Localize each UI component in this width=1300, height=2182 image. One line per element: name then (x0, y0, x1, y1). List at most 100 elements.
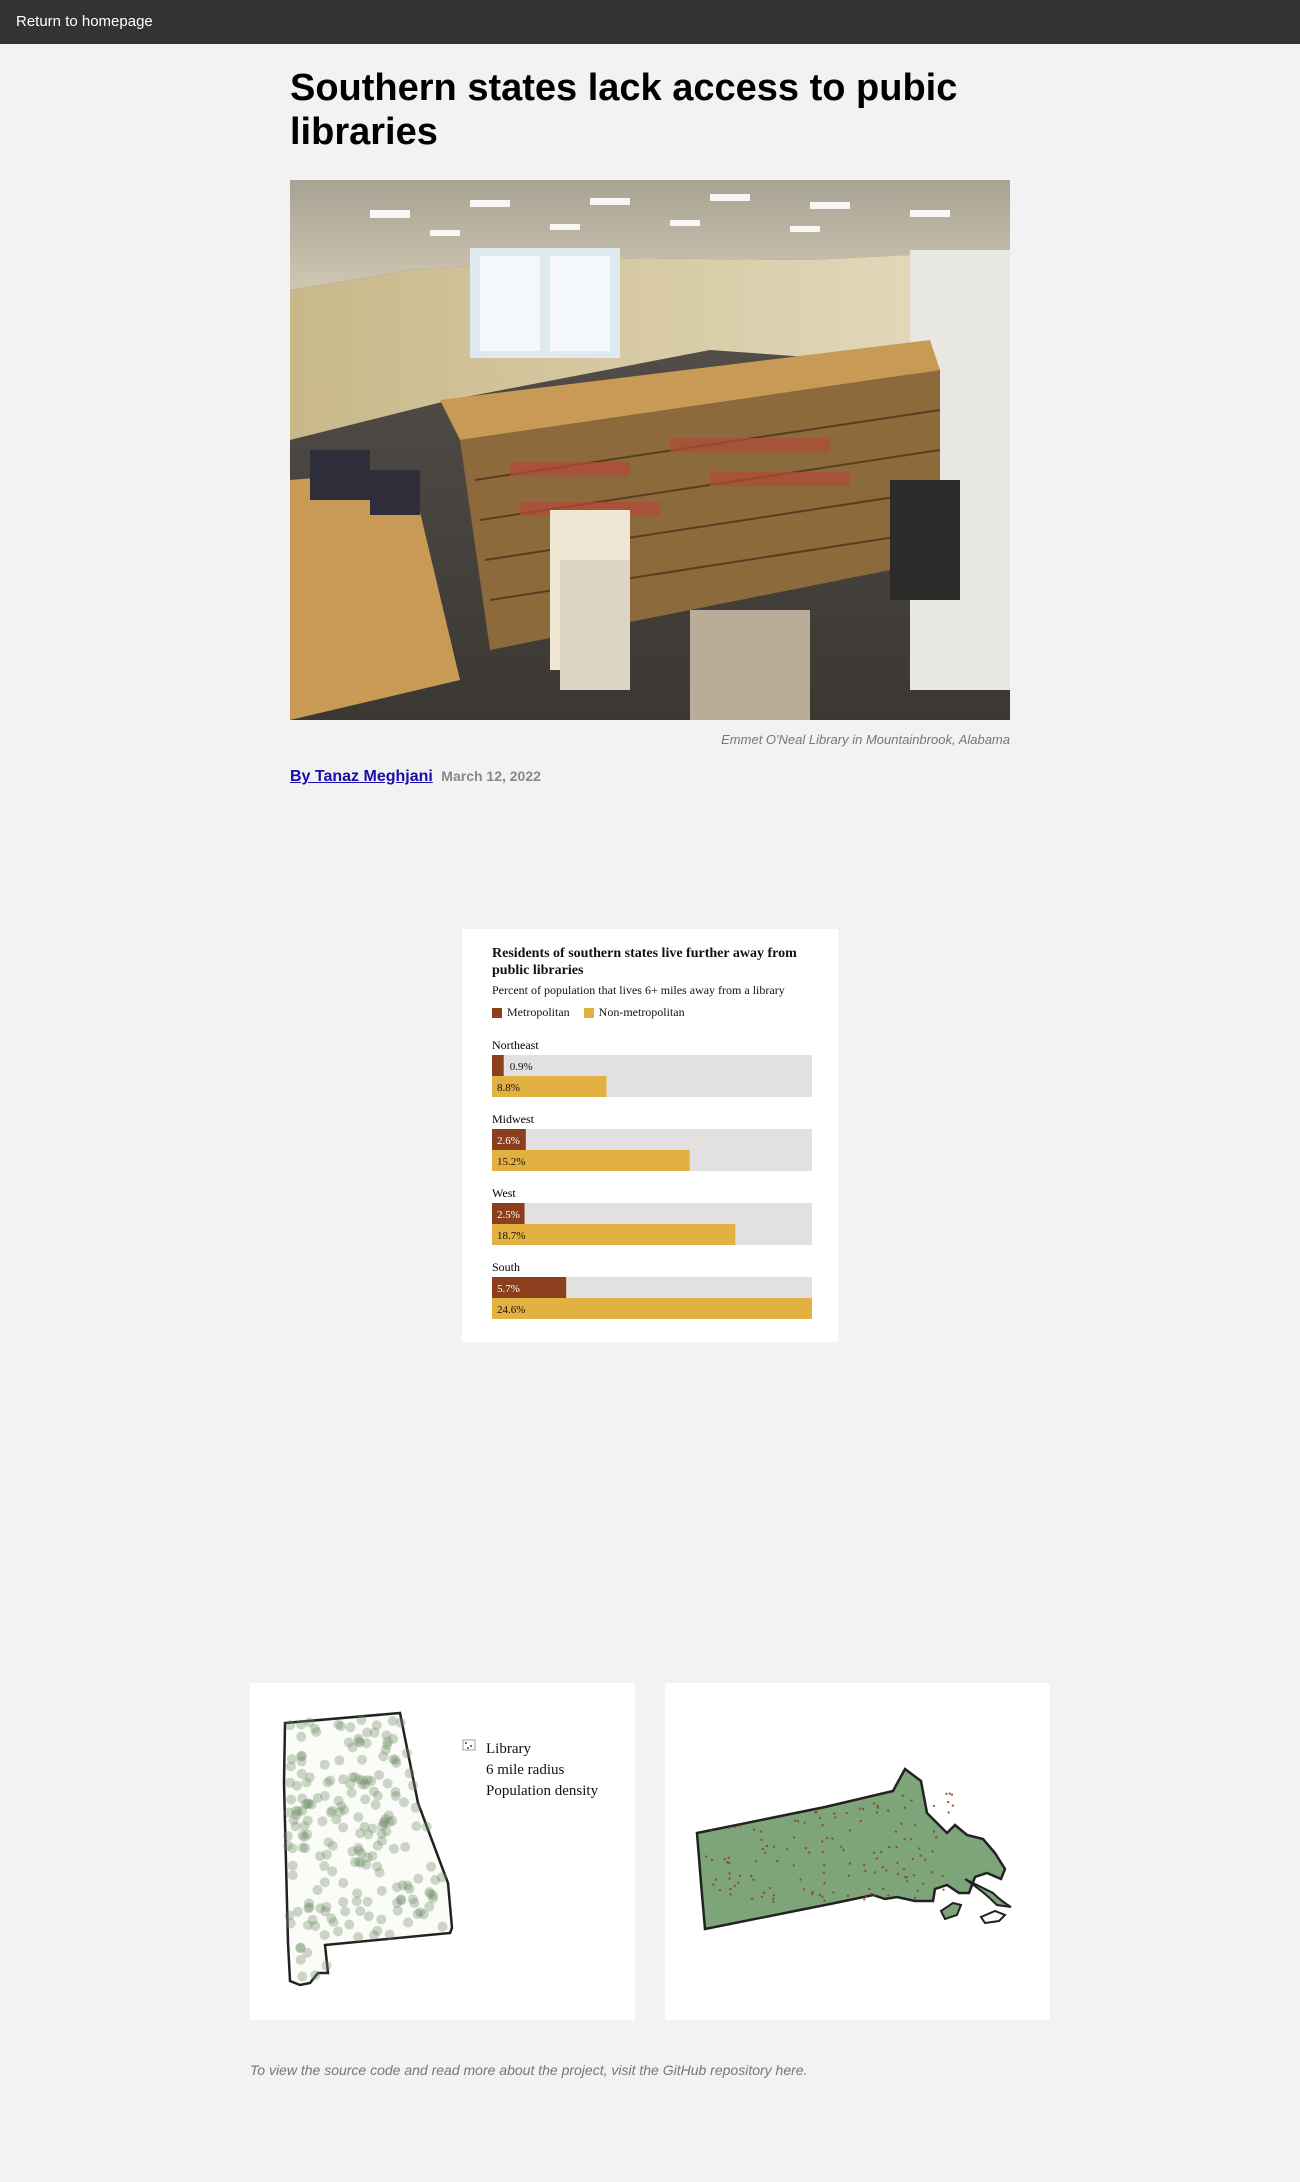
radius-dot (347, 1846, 358, 1857)
radius-dot (297, 1830, 308, 1841)
map-legend-density: Population density (462, 1739, 599, 1802)
radius-dot (426, 1861, 437, 1872)
library-dot (887, 1809, 890, 1812)
map-legend-density-label: Population density (486, 1783, 599, 1799)
library-dot (905, 1876, 908, 1879)
library-dot (737, 1881, 740, 1885)
radius-dot (353, 1856, 364, 1867)
library-dot (848, 1862, 851, 1865)
radius-dot (287, 1860, 298, 1871)
radius-dot (334, 1755, 345, 1766)
library-dot (723, 1858, 726, 1861)
radius-dot (391, 1757, 402, 1768)
library-dot (709, 1829, 713, 1833)
distance-bar-chart: Residents of southern states live furthe… (462, 929, 838, 1342)
radius-dot (299, 1821, 310, 1832)
library-dot (864, 1895, 868, 1898)
radius-dot (338, 1877, 349, 1888)
radius-dot (304, 1717, 315, 1728)
map-legend-library-label: Library (486, 1741, 531, 1757)
radius-dot (374, 1770, 385, 1781)
library-dot (931, 1850, 934, 1853)
library-dot (941, 1874, 944, 1878)
map-legend-radius-label: 6 mile radius (486, 1762, 565, 1778)
bar-non-metropolitan (492, 1224, 736, 1245)
radius-dot (376, 1835, 387, 1846)
massachusetts-map-card (665, 1683, 1050, 2020)
radius-dot (360, 1794, 371, 1805)
bar-chart-plot: Northeast 0.9% 8.8% Midwest 2.6% 15.2% West 2.5… (492, 1038, 812, 1319)
library-dot (882, 1887, 885, 1891)
library-dot (772, 1845, 776, 1848)
library-dot (832, 1891, 835, 1894)
library-dot (821, 1850, 825, 1854)
library-dot (950, 1793, 954, 1796)
library-dot (821, 1895, 824, 1898)
radius-dot (353, 1931, 364, 1942)
radius-dot (424, 1887, 435, 1898)
map-legend: Library 6 mile radius Population density (462, 1739, 598, 1802)
author-link[interactable]: By Tanaz Meghjani (290, 768, 433, 785)
library-dot (917, 1847, 921, 1850)
library-photo (290, 180, 1010, 720)
radius-dot (390, 1790, 401, 1801)
library-dot (833, 1812, 836, 1815)
library-dot (759, 1830, 763, 1833)
radius-dot (355, 1906, 366, 1917)
radius-dot (285, 1918, 296, 1929)
library-dot (823, 1899, 826, 1902)
library-dot (864, 1869, 867, 1873)
radius-dot (382, 1778, 393, 1789)
library-dot (761, 1847, 764, 1851)
alabama-map (282, 1711, 454, 1987)
library-dot (811, 1890, 814, 1894)
radius-dot (288, 1815, 299, 1826)
radius-dot (408, 1780, 419, 1791)
radius-dot (321, 1849, 332, 1860)
library-dot (729, 1887, 732, 1891)
library-dot (912, 1873, 916, 1877)
library-dot (946, 1800, 950, 1804)
library-dot (760, 1838, 763, 1842)
library-dot (750, 1897, 754, 1901)
library-dot (772, 1900, 775, 1903)
radius-dot (413, 1873, 424, 1884)
radius-dot (310, 1920, 321, 1931)
library-dot (752, 1828, 756, 1831)
radius-dot (395, 1894, 406, 1905)
library-dot (768, 1886, 771, 1890)
library-dot (948, 1792, 951, 1795)
radius-dot (319, 1929, 330, 1940)
library-dot (738, 1874, 742, 1877)
radius-dot (338, 1896, 349, 1907)
library-dot (823, 1881, 826, 1885)
library-dot (792, 1864, 795, 1867)
bar-non-metropolitan (492, 1298, 812, 1319)
radius-dot (332, 1926, 343, 1937)
library-dot (712, 1883, 715, 1886)
return-home-link[interactable]: Return to homepage (16, 13, 153, 30)
library-dot (727, 1826, 731, 1830)
library-dot (873, 1871, 877, 1874)
library-dot (834, 1816, 837, 1819)
library-dot (909, 1838, 913, 1841)
library-dot (894, 1830, 898, 1833)
library-dot (776, 1859, 779, 1863)
radius-dot (363, 1911, 374, 1922)
library-dot (728, 1877, 731, 1880)
radius-dot (366, 1776, 377, 1787)
radius-dot (319, 1861, 330, 1872)
library-dot (930, 1871, 933, 1874)
library-dot (863, 1898, 866, 1901)
library-dot (942, 1888, 945, 1891)
library-dot (818, 1817, 821, 1820)
library-dot (763, 1851, 767, 1854)
library-dot (869, 1892, 873, 1896)
radius-dot (296, 1751, 307, 1762)
radius-dot (398, 1797, 409, 1808)
map-legend-radius: 6 mile radius (462, 1740, 598, 1781)
library-dot (901, 1794, 905, 1797)
library-dot (771, 1897, 775, 1900)
library-dot (951, 1804, 955, 1807)
library-dot (762, 1891, 766, 1895)
